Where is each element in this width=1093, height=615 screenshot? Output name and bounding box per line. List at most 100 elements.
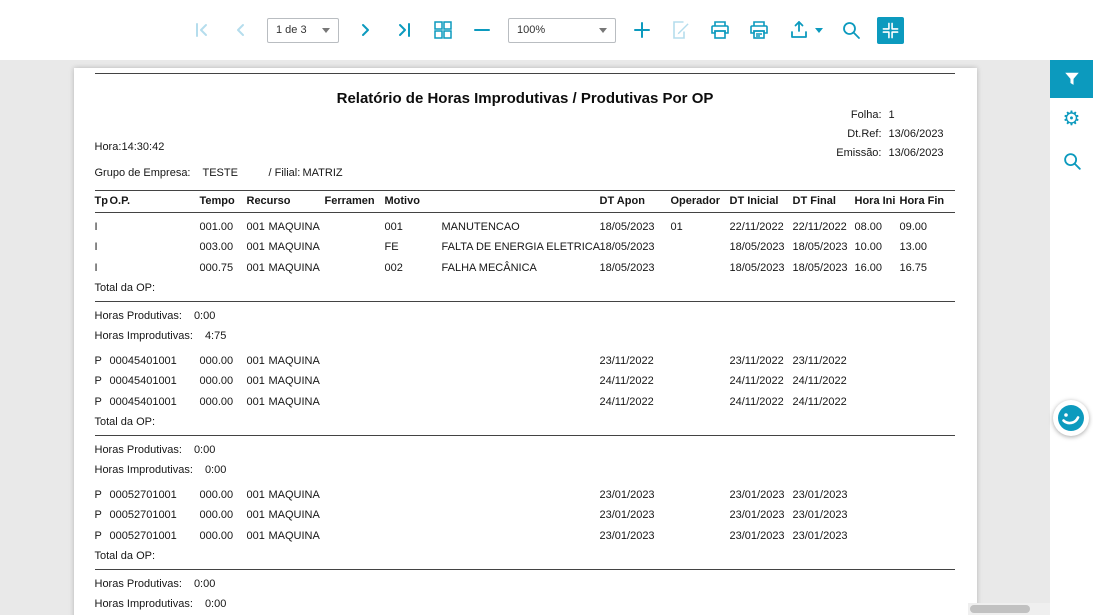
cell-recurso: MAQUINA [268, 354, 320, 367]
cell-op: 00052701001 [109, 509, 177, 521]
table-row: P 00045401001 000.00 001 MAQUINA 24/11/2022 24… [74, 392, 977, 413]
horas-produtivas-value: 0:00 [193, 309, 216, 322]
total-op-row: Total da OP: [74, 412, 977, 433]
table-row: P 00052701001 000.00 001 MAQUINA 23/01/2023 23… [74, 526, 977, 547]
cell-recurso: MAQUINA [268, 220, 320, 233]
search-button[interactable] [838, 17, 864, 43]
assistant-icon [1058, 405, 1084, 431]
cell-motivo_cod: 001 [384, 220, 403, 233]
cell-dt_final: 18/05/2023 [792, 261, 848, 274]
horas-improdutivas-label: Horas Improdutivas: [94, 464, 193, 476]
column-header: DT Final [792, 195, 836, 207]
cell-dt_apon: 24/11/2022 [599, 395, 654, 408]
cell-tempo: 000.00 [199, 375, 234, 387]
cell-recurso: MAQUINA [268, 395, 320, 408]
horas-produtivas-row: Horas Produtivas: 0:00 [74, 574, 977, 595]
cell-dt_inicial: 23/11/2022 [729, 354, 784, 367]
cell-tempo: 001.00 [199, 220, 234, 233]
print-button[interactable] [707, 17, 733, 43]
cell-operador: 01 [670, 220, 683, 233]
cell-hora_fin: 16.75 [899, 261, 928, 274]
horas-produtivas-label: Horas Produtivas: [94, 443, 182, 456]
edit-button[interactable] [668, 17, 694, 43]
sidebar-search-button[interactable] [1050, 146, 1093, 176]
column-header: Tempo [199, 195, 235, 207]
next-page-button[interactable] [352, 17, 378, 43]
chevron-right-icon [362, 24, 369, 36]
chevron-left-icon [237, 24, 244, 36]
zoom-in-button[interactable] [629, 17, 655, 43]
report-meta-block: Folha: 1 Dt.Ref: 13/06/2023 Emissão: 13/… [836, 106, 946, 163]
cell-dt_final: 23/01/2023 [792, 509, 848, 521]
export-button[interactable] [785, 17, 825, 43]
cell-recurso_cod: 001 [246, 354, 265, 367]
cell-tp: P [94, 375, 102, 387]
cell-dt_inicial: 18/05/2023 [729, 241, 785, 253]
column-header: Operador [670, 195, 721, 207]
cell-tp: P [94, 395, 102, 408]
cell-tp: I [94, 220, 98, 233]
edit-icon [673, 21, 689, 39]
page-selector[interactable]: 1 de 3 [267, 17, 339, 43]
last-page-icon [399, 23, 410, 37]
column-header: DT Apon [599, 195, 645, 207]
report-group: P 00052701001 000.00 001 MAQUINA 23/01/2023 23… [74, 481, 977, 615]
cell-recurso: MAQUINA [268, 375, 320, 387]
cell-dt_apon: 18/05/2023 [599, 220, 655, 233]
group-divider [94, 434, 955, 436]
meta-folha: Folha: 1 [836, 106, 946, 125]
total-op-label: Total da OP: [94, 550, 156, 562]
plus-icon [634, 22, 650, 38]
horas-produtivas-label: Horas Produtivas: [94, 309, 182, 322]
horas-produtivas-value: 0:00 [193, 443, 216, 456]
previous-page-button[interactable] [228, 17, 254, 43]
report-page: Relatório de Horas Improdutivas / Produt… [73, 68, 977, 615]
cell-op: 00052701001 [109, 488, 177, 501]
print-all-button[interactable] [746, 17, 772, 43]
horas-produtivas-label: Horas Produtivas: [94, 577, 182, 590]
search-icon [1063, 153, 1081, 170]
assistant-button[interactable] [1053, 400, 1089, 436]
cell-dt_final: 18/05/2023 [792, 241, 848, 253]
cell-dt_apon: 23/01/2023 [599, 509, 655, 521]
thumbnails-button[interactable] [430, 17, 456, 43]
report-viewport: Relatório de Horas Improdutivas / Produt… [0, 60, 1050, 615]
settings-button[interactable]: ⚙ [1050, 104, 1093, 134]
table-header-row: Tp O.P. Tempo Recurso Ferramen Motivo DT Apon O… [74, 191, 977, 212]
cell-hora_fin: 13.00 [899, 241, 928, 253]
total-op-label: Total da OP: [94, 416, 156, 428]
filter-button[interactable] [1050, 60, 1093, 98]
last-page-button[interactable] [391, 17, 417, 43]
cell-recurso: MAQUINA [268, 488, 320, 501]
first-page-button[interactable] [189, 17, 215, 43]
column-header: O.P. [109, 195, 131, 207]
horas-produtivas-value: 0:00 [193, 577, 216, 590]
zoom-selector-value: 100% [517, 24, 546, 36]
cell-dt_inicial: 24/11/2022 [729, 375, 784, 387]
cell-dt_apon: 24/11/2022 [599, 375, 654, 387]
cell-dt_inicial: 24/11/2022 [729, 395, 784, 408]
chevron-down-icon [599, 27, 607, 33]
column-header: Tp [94, 195, 108, 207]
report-groups: I 001.00 001 MAQUINA 001 MANUTENCAO 18/05/2023… [74, 213, 977, 615]
folha-value: 1 [888, 109, 895, 121]
cell-dt_final: 22/11/2022 [792, 220, 847, 233]
cell-tempo: 000.00 [199, 354, 234, 367]
search-icon [843, 22, 860, 39]
table-row: P 00052701001 000.00 001 MAQUINA 23/01/2023 23… [74, 505, 977, 526]
cell-recurso: MAQUINA [268, 529, 320, 542]
emissao-label: Emissão: [836, 147, 882, 159]
cell-dt_final: 24/11/2022 [792, 375, 847, 387]
cell-recurso_cod: 001 [246, 220, 265, 233]
rule [94, 73, 955, 74]
cell-hora_ini: 08.00 [854, 220, 883, 233]
cell-tp: P [94, 509, 102, 521]
group-divider [94, 568, 955, 570]
total-op-row: Total da OP: [74, 546, 977, 567]
collapse-toolbar-button[interactable] [877, 16, 904, 44]
scrollbar-thumb[interactable] [970, 605, 1030, 613]
zoom-out-button[interactable] [469, 17, 495, 43]
cell-motivo_cod: FE [384, 241, 399, 253]
cell-hora_fin: 09.00 [899, 220, 928, 233]
zoom-selector[interactable]: 100% [508, 17, 616, 43]
